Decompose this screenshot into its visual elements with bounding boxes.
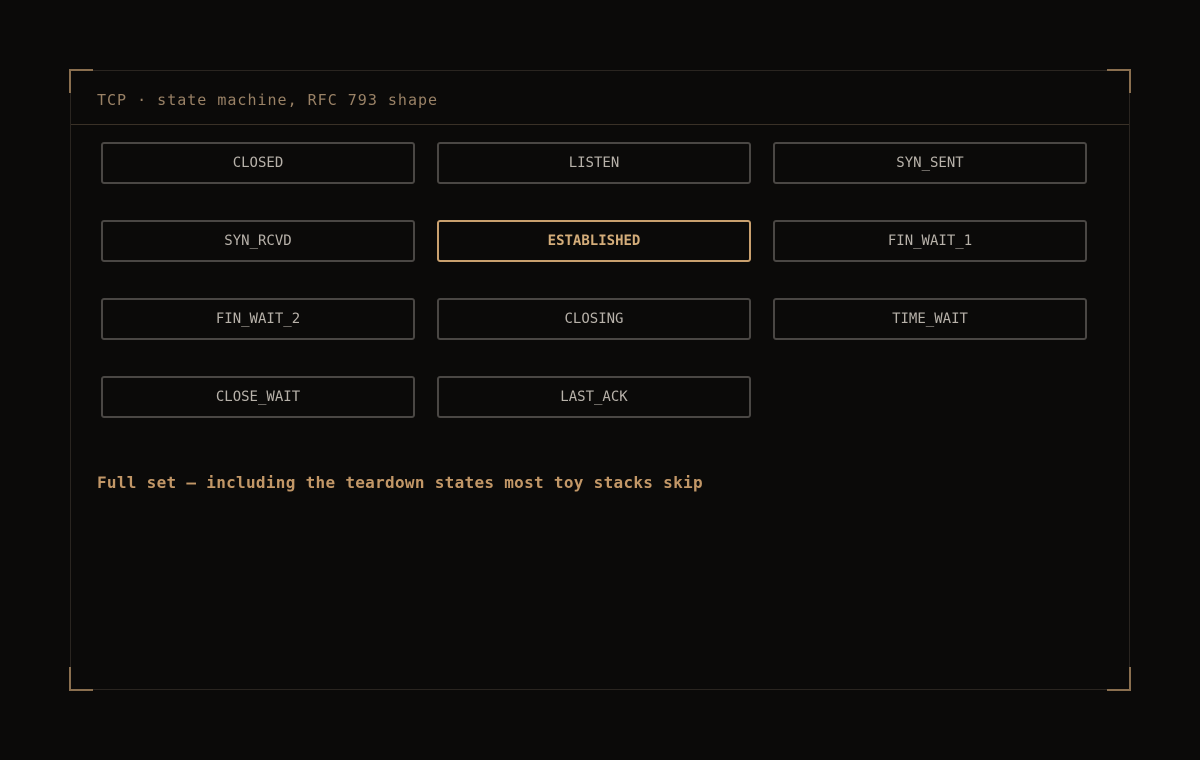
state-fin-wait-2[interactable]: FIN_WAIT_2	[101, 298, 415, 340]
state-syn-sent[interactable]: SYN_SENT	[773, 142, 1087, 184]
state-fin-wait-1[interactable]: FIN_WAIT_1	[773, 220, 1087, 262]
state-close-wait[interactable]: CLOSE_WAIT	[101, 376, 415, 418]
state-last-ack[interactable]: LAST_ACK	[437, 376, 751, 418]
state-time-wait[interactable]: TIME_WAIT	[773, 298, 1087, 340]
corner-bracket-bottom-right	[1107, 667, 1131, 691]
corner-bracket-bottom-left	[69, 667, 93, 691]
panel-title: TCP · state machine, RFC 793 shape	[97, 91, 439, 109]
state-closed[interactable]: CLOSED	[101, 142, 415, 184]
state-grid: CLOSED LISTEN SYN_SENT SYN_RCVD ESTABLIS…	[101, 142, 1087, 418]
state-machine-panel: TCP · state machine, RFC 793 shape CLOSE…	[69, 69, 1131, 691]
state-listen[interactable]: LISTEN	[437, 142, 751, 184]
state-established[interactable]: ESTABLISHED	[437, 220, 751, 262]
panel-header: TCP · state machine, RFC 793 shape	[71, 71, 1129, 125]
caption-text: Full set — including the teardown states…	[97, 473, 703, 492]
state-syn-rcvd[interactable]: SYN_RCVD	[101, 220, 415, 262]
state-closing[interactable]: CLOSING	[437, 298, 751, 340]
